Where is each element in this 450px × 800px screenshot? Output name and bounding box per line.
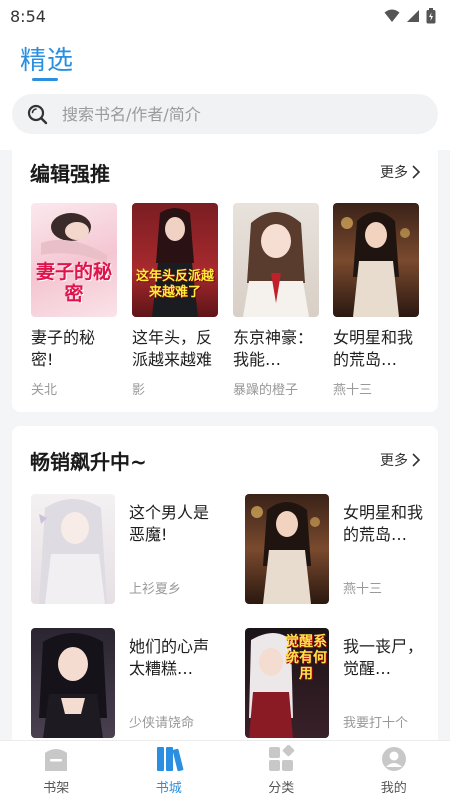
nav-label: 书城 bbox=[155, 781, 182, 796]
chevron-right-icon bbox=[412, 165, 420, 179]
nav-bookstore[interactable]: 书城 bbox=[129, 745, 209, 796]
book-title: 这个男人是恶魔! bbox=[129, 503, 210, 544]
cell-signal-icon bbox=[407, 10, 419, 22]
bestseller-section: 畅销飙升中~ 更多 这个男人是恶魔! 上衫夏乡 女明星和我的荒岛… 燕十三 她们… bbox=[12, 426, 438, 746]
nav-bookshelf[interactable]: 书架 bbox=[16, 745, 96, 796]
search-input[interactable] bbox=[62, 104, 392, 124]
nav-label: 书架 bbox=[43, 781, 70, 796]
book-card[interactable]: 她们的心声太糟糕… 少侠请饶命 bbox=[31, 628, 221, 740]
editor-picks-section: 编辑强推 更多 妻子的秘密 妻子的秘密! 关北 这年头反派越来越难了 这年头，反… bbox=[12, 150, 438, 412]
book-author: 关北 bbox=[31, 383, 58, 398]
book-cover[interactable]: 这年头反派越来越难了 bbox=[132, 203, 218, 317]
book-title: 女明星和我的荒岛… bbox=[343, 503, 424, 544]
section-title: 编辑强推 bbox=[30, 161, 110, 186]
book-author: 影 bbox=[132, 383, 146, 398]
book-title: 这年头，反派越来越难了 bbox=[132, 328, 213, 369]
more-label: 更多 bbox=[380, 453, 408, 469]
book-card[interactable]: 东京神豪：我能… 暴躁的橙子 bbox=[233, 203, 319, 398]
top-header: 精选 bbox=[0, 32, 450, 150]
book-cover[interactable] bbox=[233, 203, 319, 317]
book-title: 妻子的秘密! bbox=[31, 328, 96, 369]
title-underline bbox=[32, 78, 58, 81]
nav-label: 分类 bbox=[268, 781, 295, 796]
wifi-icon bbox=[384, 9, 400, 22]
more-button[interactable]: 更多 bbox=[380, 450, 420, 470]
profile-icon bbox=[381, 747, 406, 771]
section-header: 畅销飙升中~ 更多 bbox=[30, 442, 420, 478]
cover-title-text: 妻子的秘密 bbox=[35, 261, 112, 305]
book-cover[interactable]: 觉醒系统有何用 bbox=[245, 628, 329, 738]
status-time: 8:54 bbox=[10, 6, 46, 26]
book-author: 我要打十个 bbox=[343, 716, 409, 731]
book-card[interactable]: 觉醒系统有何用 我一丧尸，觉醒… 我要打十个 bbox=[245, 628, 435, 740]
nav-profile[interactable]: 我的 bbox=[354, 745, 434, 796]
battery-icon bbox=[426, 8, 436, 24]
category-icon bbox=[269, 745, 295, 771]
more-button[interactable]: 更多 bbox=[380, 162, 420, 182]
status-bar: 8:54 bbox=[0, 0, 450, 32]
cover-title-text: 觉醒系统有何用 bbox=[285, 634, 327, 682]
page-title: 精选 bbox=[20, 46, 75, 76]
book-card[interactable]: 这年头反派越来越难了 这年头，反派越来越难了 影 bbox=[132, 203, 218, 398]
search-bar[interactable] bbox=[12, 94, 438, 134]
book-card[interactable]: 女明星和我的荒岛… 燕十三 bbox=[333, 203, 419, 398]
book-title: 她们的心声太糟糕… bbox=[129, 637, 210, 678]
book-cover[interactable] bbox=[245, 494, 329, 604]
book-card[interactable]: 女明星和我的荒岛… 燕十三 bbox=[245, 494, 435, 606]
bottom-nav: 书架 书城 分类 我的 bbox=[0, 740, 450, 800]
book-author: 暴躁的橙子 bbox=[233, 383, 299, 398]
section-header: 编辑强推 更多 bbox=[30, 154, 420, 190]
book-author: 燕十三 bbox=[343, 582, 383, 597]
book-cover[interactable]: 妻子的秘密 bbox=[31, 203, 117, 317]
book-card[interactable]: 这个男人是恶魔! 上衫夏乡 bbox=[31, 494, 221, 606]
book-author: 少侠请饶命 bbox=[129, 716, 195, 731]
cover-title-text: 这年头反派越来越难了 bbox=[136, 269, 215, 300]
status-icons bbox=[384, 8, 436, 24]
book-title: 女明星和我的荒岛… bbox=[333, 328, 414, 369]
book-title: 东京神豪：我能… bbox=[233, 328, 314, 369]
nav-label: 我的 bbox=[380, 781, 407, 796]
more-label: 更多 bbox=[380, 165, 408, 181]
book-author: 上衫夏乡 bbox=[129, 582, 182, 597]
search-icon bbox=[27, 104, 48, 125]
chevron-right-icon bbox=[412, 453, 420, 467]
book-cover[interactable] bbox=[333, 203, 419, 317]
book-author: 燕十三 bbox=[333, 383, 373, 398]
nav-category[interactable]: 分类 bbox=[241, 745, 321, 796]
section-title: 畅销飙升中~ bbox=[30, 449, 147, 474]
bookstore-icon bbox=[156, 747, 184, 772]
book-cover[interactable] bbox=[31, 494, 115, 604]
book-cover[interactable] bbox=[31, 628, 115, 738]
book-card[interactable]: 妻子的秘密 妻子的秘密! 关北 bbox=[31, 203, 117, 398]
book-title: 我一丧尸，觉醒… bbox=[343, 637, 424, 678]
bookshelf-icon bbox=[45, 749, 68, 771]
